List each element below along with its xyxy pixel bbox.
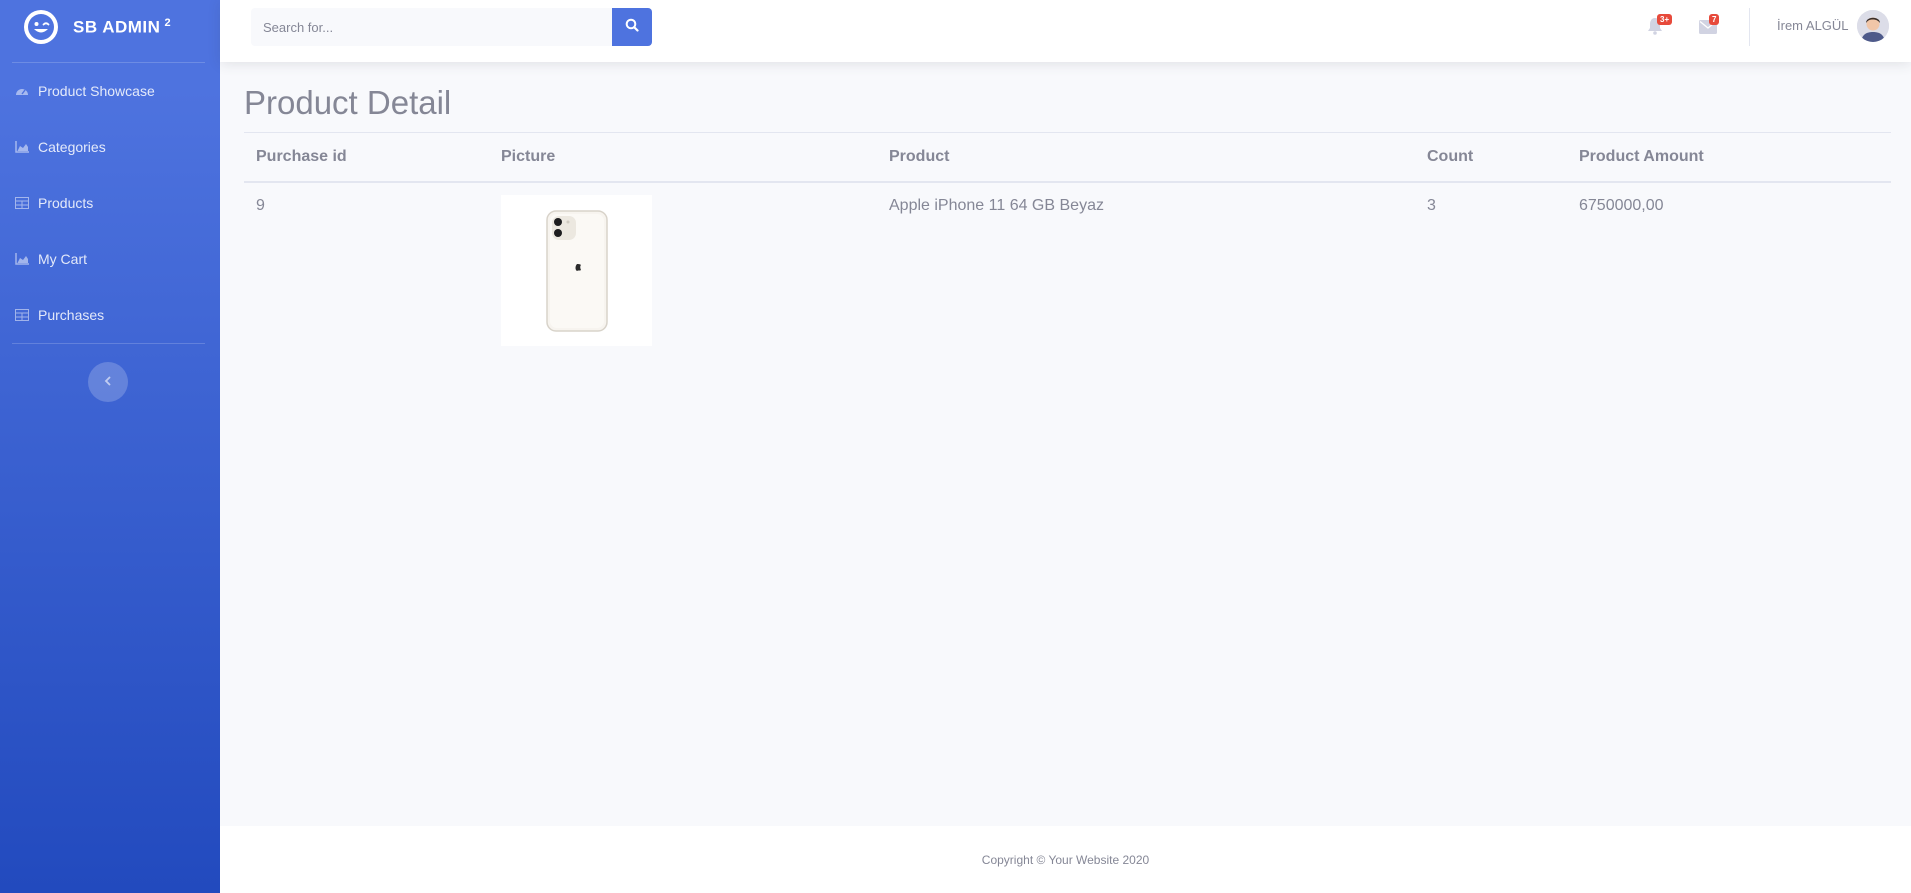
product-name-cell: Apple iPhone 11 64 GB Beyaz bbox=[889, 197, 1104, 214]
column-header-count: Count bbox=[1427, 148, 1474, 165]
page-title: Product Detail bbox=[244, 84, 452, 121]
sidebar-item-label: Products bbox=[38, 195, 94, 211]
count-cell: 3 bbox=[1427, 197, 1436, 214]
search-icon bbox=[625, 18, 639, 37]
table-header: Purchase id Picture Product Count Produc… bbox=[244, 133, 1891, 183]
topbar: 3+ 7 İrem ALGÜL bbox=[220, 0, 1911, 62]
messages-button[interactable]: 7 bbox=[1699, 14, 1720, 37]
column-header-product-amount: Product Amount bbox=[1579, 148, 1704, 165]
alerts-badge: 3+ bbox=[1657, 14, 1673, 25]
sidebar-item-label: Purchases bbox=[38, 307, 105, 323]
product-amount-cell: 6750000,00 bbox=[1579, 197, 1664, 214]
chart-area-icon bbox=[14, 139, 30, 155]
user-name[interactable]: İrem ALGÜL bbox=[1777, 18, 1849, 33]
sidebar-item-label: Product Showcase bbox=[38, 83, 155, 99]
laugh-wink-icon bbox=[24, 10, 58, 44]
purchase-id-cell: 9 bbox=[256, 197, 265, 214]
dashboard-icon bbox=[14, 83, 30, 99]
topbar-divider bbox=[1749, 8, 1750, 46]
sidebar-item-purchases[interactable]: Purchases bbox=[0, 287, 220, 343]
footer: Copyright © Your Website 2020 bbox=[220, 826, 1911, 893]
search-input[interactable] bbox=[251, 8, 612, 46]
sidebar-item-my-cart[interactable]: My Cart bbox=[0, 231, 220, 287]
sidebar-brand[interactable]: SB ADMIN 2 bbox=[0, 0, 220, 54]
column-header-picture: Picture bbox=[501, 148, 556, 165]
picture-cell bbox=[489, 183, 877, 346]
copyright-text: Copyright © Your Website 2020 bbox=[981, 852, 1150, 867]
column-header-purchase-id: Purchase id bbox=[256, 148, 347, 165]
product-image bbox=[501, 195, 652, 346]
alerts-button[interactable]: 3+ bbox=[1647, 14, 1673, 37]
messages-badge: 7 bbox=[1709, 14, 1720, 25]
brand-name: SB ADMIN 2 bbox=[73, 16, 172, 37]
table-icon bbox=[14, 307, 30, 323]
sidebar-item-products[interactable]: Products bbox=[0, 175, 220, 231]
sidebar: SB ADMIN 2 Product Showcase Categories Pr… bbox=[0, 0, 220, 893]
sidebar-divider bbox=[12, 343, 205, 344]
chevron-left-icon bbox=[103, 373, 113, 391]
sidebar-item-label: Categories bbox=[38, 139, 106, 155]
search-form bbox=[251, 8, 652, 46]
column-header-product: Product bbox=[889, 148, 950, 165]
purchase-detail-table: Purchase id Picture Product Count Produc… bbox=[244, 132, 1891, 357]
sidebar-item-label: My Cart bbox=[38, 251, 87, 267]
sidebar-toggle-button[interactable] bbox=[88, 362, 128, 402]
table-icon bbox=[14, 195, 30, 211]
table-row: 9 Apple iPhone 11 64 GB Beyaz 3 6750000,… bbox=[244, 183, 1891, 357]
sidebar-item-categories[interactable]: Categories bbox=[0, 119, 220, 175]
chart-area-icon bbox=[14, 251, 30, 267]
sidebar-item-product-showcase[interactable]: Product Showcase bbox=[0, 63, 220, 119]
avatar[interactable] bbox=[1857, 10, 1889, 42]
search-button[interactable] bbox=[612, 8, 652, 46]
